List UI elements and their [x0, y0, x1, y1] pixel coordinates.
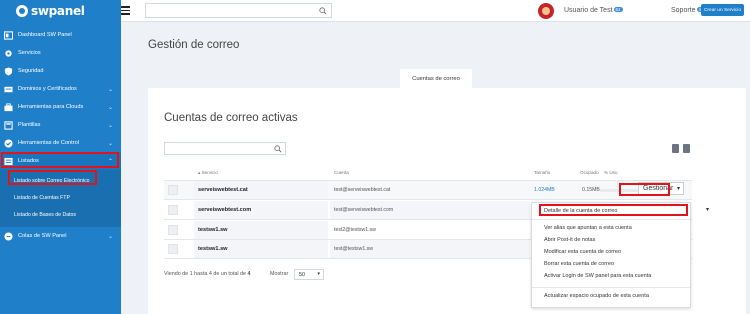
- sidebar-item-label: Colas de SW Panel: [18, 233, 67, 239]
- sidebar-item-dashboard[interactable]: Dashboard SW Panel: [0, 26, 121, 44]
- export-pdf-icon[interactable]: [672, 144, 679, 153]
- col-header-account[interactable]: Cuenta: [334, 170, 349, 175]
- sidebar-item-listados[interactable]: Listados ⌃: [0, 152, 121, 170]
- create-service-button[interactable]: Crear un Servicio: [701, 4, 744, 16]
- sidebar-nav: Dashboard SW Panel Servicios Seguridad D…: [0, 26, 121, 245]
- menu-item-modificar[interactable]: Modificar esta cuenta de correo: [544, 249, 621, 255]
- avatar[interactable]: [538, 3, 554, 19]
- sidebar-item-label: Servicios: [18, 50, 41, 56]
- row-checkbox[interactable]: [168, 185, 178, 195]
- check-icon: [4, 138, 13, 148]
- menu-item-postit[interactable]: Abrir Post-it de notas: [544, 237, 595, 243]
- sidebar-item-label: Herramientas de Control: [18, 140, 79, 146]
- sidebar-item-label: Plantillas: [18, 122, 41, 128]
- search-icon[interactable]: [274, 145, 282, 153]
- sidebar-subitem-ftp[interactable]: Listado de Cuentas FTP: [0, 189, 121, 206]
- sidebar-item-label: Dashboard SW Panel: [18, 32, 72, 38]
- menu-item-actualizar[interactable]: Actualizar espacio ocupado de esta cuent…: [544, 293, 649, 299]
- caret-down-icon: ▾: [317, 271, 320, 277]
- sidebar-item-servicios[interactable]: Servicios: [0, 44, 121, 62]
- menu-item-activar-login[interactable]: Activar Login de SW panel para esta cuen…: [544, 273, 651, 279]
- menu-item-alias[interactable]: Ver alias que apuntan a esta cuenta: [544, 225, 632, 231]
- toolbox-icon: [4, 102, 13, 112]
- sidebar-item-plantillas[interactable]: Plantillas ⌄: [0, 116, 121, 134]
- logo-icon: [16, 4, 28, 17]
- dashboard-icon: [4, 30, 13, 40]
- manage-button[interactable]: Gestionar ▾: [638, 182, 684, 195]
- chevron-down-icon: ⌄: [107, 233, 113, 240]
- col-header-pct[interactable]: % Uso: [604, 170, 618, 175]
- divider: [164, 199, 692, 200]
- chevron-down-icon: ⌄: [107, 104, 113, 111]
- sidebar-item-dominios[interactable]: Dominios y Certificados ⌄: [0, 80, 121, 98]
- manage-dropdown-menu: Detalle de la cuenta de correo Ver alias…: [531, 202, 691, 308]
- swpanel-logo[interactable]: swpanel: [16, 3, 85, 18]
- export-edit-icon[interactable]: [683, 144, 690, 153]
- sidebar-item-colas[interactable]: Colas de SW Panel ⌄: [0, 227, 121, 245]
- shield-icon: [4, 66, 13, 76]
- card-title: Cuentas de correo activas: [164, 112, 298, 124]
- caret-down-icon[interactable]: ▾: [706, 206, 709, 213]
- sidebar-item-label: Listados: [18, 158, 39, 164]
- sidebar-item-herramientas-clouds[interactable]: Herramientas para Clouds ⌄: [0, 98, 121, 116]
- templates-icon: [4, 120, 13, 130]
- menu-item-borrar[interactable]: Borrar esta cuenta de correo: [544, 261, 614, 267]
- search-icon[interactable]: [319, 7, 327, 15]
- list-icon: [4, 157, 13, 166]
- sidebar-item-seguridad[interactable]: Seguridad: [0, 62, 121, 80]
- tab-cuentas-correo[interactable]: Cuentas de correo: [400, 69, 472, 88]
- sidebar-subitem-correo[interactable]: Listado sobre Correo Electrónico: [0, 172, 121, 189]
- domains-icon: [4, 85, 13, 94]
- row-checkbox[interactable]: [168, 244, 178, 254]
- sidebar: swpanel Dashboard SW Panel Servicios Seg…: [0, 0, 121, 314]
- page-title: Gestión de correo: [148, 39, 240, 51]
- sidebar-item-label: Seguridad: [18, 68, 44, 74]
- caret-down-icon: ▾: [676, 186, 680, 192]
- menu-item-detalle[interactable]: Detalle de la cuenta de correo: [544, 208, 617, 214]
- global-search-input[interactable]: [145, 3, 332, 18]
- sidebar-subitem-bases-datos[interactable]: Listado de Bases de Datos: [0, 206, 121, 223]
- notification-badge: 61: [613, 7, 623, 12]
- topbar: Usuario de Test61 Soporte495 Crear un Se…: [121, 0, 750, 22]
- col-header-size[interactable]: Tamaño: [534, 170, 550, 175]
- row-checkbox[interactable]: [168, 225, 178, 235]
- pagination-info: Viendo de 1 hasta 4 de un total de 4: [164, 271, 251, 277]
- sidebar-item-label: Dominios y Certificados: [18, 86, 77, 92]
- chevron-down-icon: ⌄: [107, 122, 113, 129]
- row-checkbox[interactable]: [168, 205, 178, 215]
- page-size-select[interactable]: 50 ▾: [294, 269, 324, 280]
- col-header-service[interactable]: ▴ Servicio: [198, 170, 218, 176]
- user-menu[interactable]: Usuario de Test 61: [564, 7, 623, 14]
- table-row[interactable]: serveiswebtest.cat test@serveiswebtest.c…: [164, 181, 692, 199]
- gear-icon: [4, 49, 13, 58]
- col-header-used[interactable]: Ocupado: [580, 170, 599, 175]
- sidebar-submenu-listados: Listado sobre Correo Electrónico Listado…: [0, 170, 121, 227]
- divider: [532, 287, 690, 288]
- page-size-label: Mostrar: [270, 271, 289, 277]
- table-search-input[interactable]: [164, 142, 286, 155]
- sidebar-item-label: Herramientas para Clouds: [18, 104, 84, 110]
- chevron-down-icon: ⌄: [107, 140, 113, 147]
- queue-icon: [4, 231, 13, 241]
- chevron-up-icon: ⌃: [107, 158, 113, 165]
- sidebar-item-herramientas-control[interactable]: Herramientas de Control ⌄: [0, 134, 121, 152]
- hamburger-menu-icon[interactable]: [121, 6, 130, 15]
- chevron-down-icon: ⌄: [107, 86, 113, 93]
- divider: [532, 219, 690, 220]
